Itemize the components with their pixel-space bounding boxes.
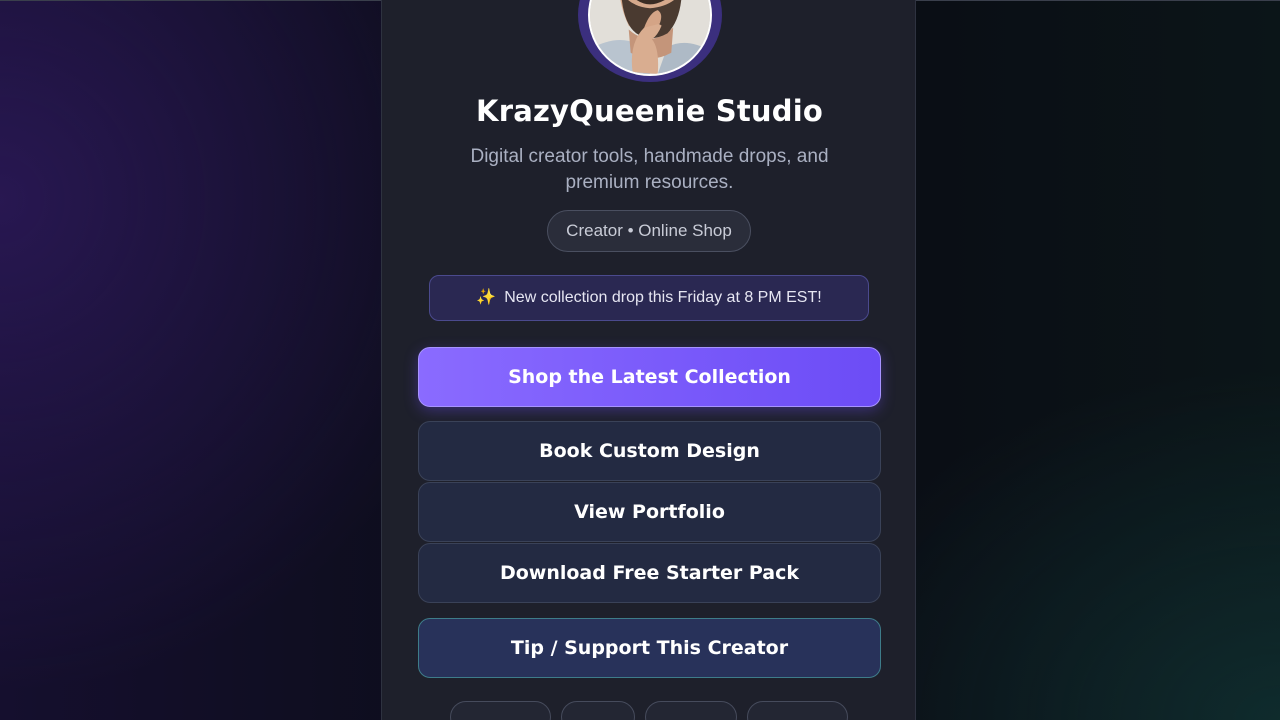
avatar bbox=[588, 0, 712, 76]
avatar-ring bbox=[578, 0, 722, 82]
social-link-1[interactable] bbox=[450, 701, 551, 720]
book-custom-design-button[interactable]: Book Custom Design bbox=[418, 421, 881, 481]
download-starter-pack-button[interactable]: Download Free Starter Pack bbox=[418, 543, 881, 603]
social-link-4[interactable] bbox=[747, 701, 848, 720]
avatar-photo bbox=[590, 0, 710, 74]
announcement-text: New collection drop this Friday at 8 PM … bbox=[504, 289, 822, 306]
category-badge: Creator • Online Shop bbox=[547, 210, 751, 252]
announcement-banner: ✨ New collection drop this Friday at 8 PM… bbox=[429, 275, 869, 321]
profile-card: KrazyQueenie Studio Digital creator tool… bbox=[381, 0, 916, 720]
social-link-2[interactable] bbox=[561, 701, 635, 720]
sparkles-icon: ✨ bbox=[476, 289, 497, 306]
social-links-row bbox=[382, 701, 917, 720]
profile-bio: Digital creator tools, handmade drops, a… bbox=[470, 146, 829, 193]
social-link-3[interactable] bbox=[645, 701, 737, 720]
shop-latest-collection-button[interactable]: Shop the Latest Collection bbox=[418, 347, 881, 407]
tip-support-button[interactable]: Tip / Support This Creator bbox=[418, 618, 881, 678]
profile-name: KrazyQueenie Studio bbox=[476, 94, 823, 128]
view-portfolio-button[interactable]: View Portfolio bbox=[418, 482, 881, 542]
